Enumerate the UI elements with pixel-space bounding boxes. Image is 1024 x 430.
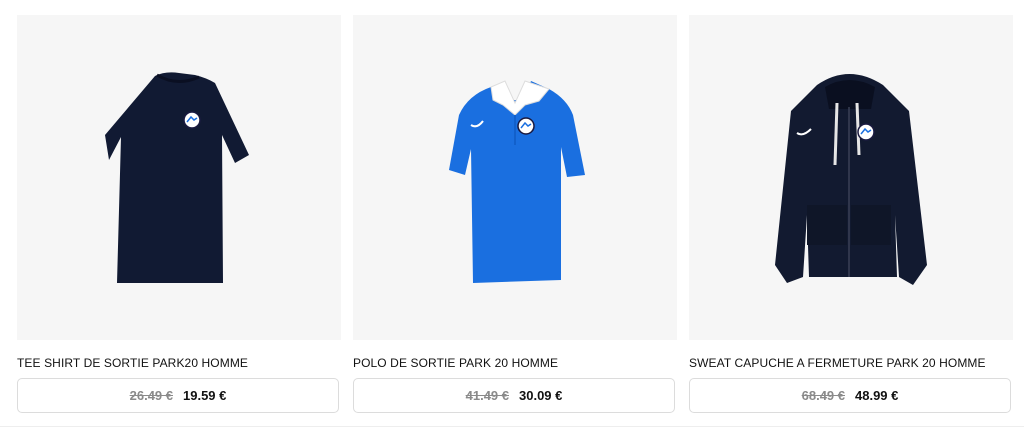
product-title[interactable]: POLO DE SORTIE PARK 20 HOMME <box>353 356 677 370</box>
old-price: 41.49 € <box>465 388 509 403</box>
product-title[interactable]: TEE SHIRT DE SORTIE PARK20 HOMME <box>17 356 341 370</box>
navy-tshirt-icon <box>105 72 249 283</box>
navy-hoodie-icon <box>775 74 927 285</box>
product-grid: TEE SHIRT DE SORTIE PARK20 HOMME 26.49 €… <box>17 15 1015 415</box>
product-card[interactable]: SWEAT CAPUCHE A FERMETURE PARK 20 HOMME … <box>689 15 1013 415</box>
price-box[interactable]: 26.49 € 19.59 € <box>17 378 339 413</box>
new-price: 48.99 € <box>855 388 899 403</box>
blue-polo-icon <box>449 80 585 283</box>
old-price: 26.49 € <box>129 388 173 403</box>
price-box[interactable]: 68.49 € 48.99 € <box>689 378 1011 413</box>
new-price: 19.59 € <box>183 388 227 403</box>
product-title[interactable]: SWEAT CAPUCHE A FERMETURE PARK 20 HOMME <box>689 356 1013 370</box>
product-card[interactable]: POLO DE SORTIE PARK 20 HOMME 41.49 € 30.… <box>353 15 677 415</box>
old-price: 68.49 € <box>801 388 845 403</box>
product-card[interactable]: TEE SHIRT DE SORTIE PARK20 HOMME 26.49 €… <box>17 15 341 415</box>
price-box[interactable]: 41.49 € 30.09 € <box>353 378 675 413</box>
product-image[interactable] <box>353 15 677 340</box>
product-image[interactable] <box>689 15 1013 340</box>
new-price: 30.09 € <box>519 388 563 403</box>
divider <box>0 426 1024 427</box>
product-image[interactable] <box>17 15 341 340</box>
